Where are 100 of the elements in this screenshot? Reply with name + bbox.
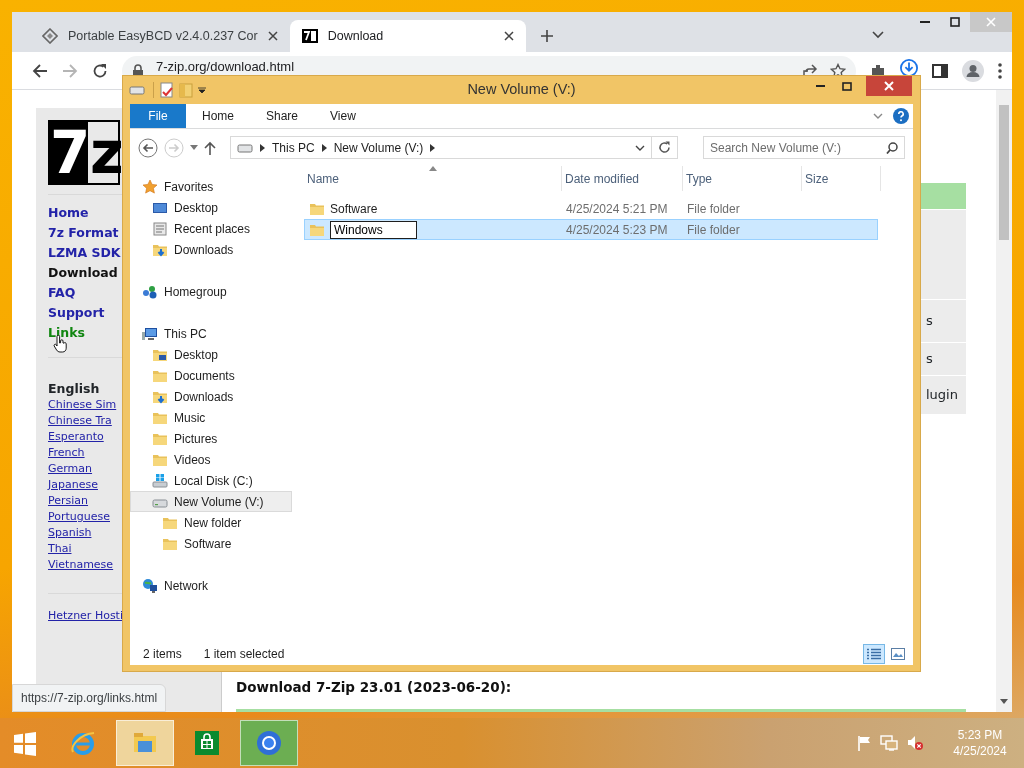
language-link[interactable]: Chinese Tra [48,413,112,429]
homegroup-icon [142,283,158,300]
chevron-down-icon[interactable] [872,31,884,39]
breadcrumb-item[interactable]: New Volume (V:) [333,138,424,157]
scroll-down-icon[interactable] [1000,699,1008,704]
tree-item[interactable]: Desktop [130,344,292,365]
tree-item[interactable]: Recent places [130,218,292,239]
properties-icon[interactable] [160,82,174,98]
chevron-down-icon[interactable] [635,144,645,151]
side-panel-icon[interactable] [932,62,948,79]
app-icon [301,28,318,44]
scrollbar[interactable] [996,90,1012,712]
language-link[interactable]: Persian [48,493,89,509]
browser-tab[interactable]: Download [289,20,526,52]
language-link[interactable]: Portuguese [48,509,110,525]
ribbon-tab[interactable]: View [314,104,372,128]
nav-link[interactable]: Support [48,303,105,323]
language-link[interactable]: Chinese Sim [48,397,117,413]
scrollbar-thumb[interactable] [999,105,1009,240]
nav-link[interactable]: Home [48,203,89,223]
browser-e-icon [70,730,96,756]
profile-icon[interactable] [962,59,984,82]
rename-field[interactable]: Windows [330,220,417,239]
language-link[interactable]: French [48,445,85,461]
tree-item[interactable]: Favorites [130,176,300,197]
language-link[interactable]: Thai [48,541,72,557]
network-icon [142,577,158,594]
tree-item[interactable]: Pictures [130,428,292,449]
hand-cursor-icon [53,335,67,353]
menu-icon[interactable] [998,62,1002,79]
search-field[interactable]: Search New Volume (V:) [703,136,905,159]
language-link[interactable]: Spanish [48,525,92,541]
tree-item[interactable]: New Volume (V:) [130,491,292,512]
nav-link[interactable]: Download [48,263,118,283]
tree-item[interactable]: Downloads [130,239,292,260]
browser-tab[interactable]: Portable EasyBCD v2.4.0.237 Cor [30,20,290,52]
tree-item[interactable]: Desktop [130,197,292,218]
view-button[interactable] [863,643,885,664]
back-icon[interactable] [138,137,158,158]
system-drive-icon [152,472,168,489]
minimize-icon [920,21,930,23]
maximize-icon [950,17,960,27]
up-arrow-icon[interactable] [204,140,216,155]
tree-item[interactable]: Documents [130,365,292,386]
volume-muted-icon[interactable] [907,735,923,751]
close-icon[interactable] [503,31,514,41]
address-bar[interactable]: This PC New Volume (V:) [230,136,652,159]
tree-item[interactable]: Homegroup [130,281,300,302]
tree-item[interactable]: Music [130,407,292,428]
column-header[interactable]: Date modified [562,166,683,191]
close-button[interactable] [866,76,912,96]
column-header[interactable]: Size [802,166,881,191]
search-icon [886,141,898,154]
file-row[interactable]: Software 4/25/2024 5:21 PM File folder [304,198,878,219]
language-link[interactable]: Vietnamese [48,557,114,573]
nav-link[interactable]: LZMA SDK [48,243,121,263]
address-text[interactable]: 7-zip.org/download.html [156,59,295,73]
back-icon[interactable] [32,62,48,79]
ribbon-tab[interactable]: Share [250,104,315,128]
tree-item[interactable]: Videos [130,449,292,470]
plus-icon[interactable] [539,29,554,43]
nav-link[interactable]: Links [48,323,85,343]
tree-item[interactable]: Downloads [130,386,292,407]
chevron-right-icon[interactable] [260,143,265,152]
tree-item[interactable]: New folder [130,512,292,533]
tree-item[interactable]: Software [130,533,292,554]
language-link[interactable]: German [48,461,93,477]
tree-item[interactable]: Network [130,575,300,596]
window-title: New Volume (V:) [467,81,576,98]
dropdown-icon[interactable] [190,145,198,150]
language-link[interactable]: Japanese [48,477,98,493]
close-icon [986,17,996,27]
recent-places-icon [152,220,168,237]
download-icon[interactable] [900,58,918,77]
breadcrumb-item[interactable]: This PC [272,138,315,157]
ribbon-tab[interactable]: Home [186,104,250,128]
table-cell-text: 4/25/2024 5:23 PM [566,221,668,239]
file-row[interactable]: Windows 4/25/2024 5:23 PM File folder [304,219,878,240]
taskbar-button[interactable] [240,720,298,766]
column-header[interactable]: Name [304,166,562,191]
tree-item[interactable]: This PC [130,323,300,344]
help-icon[interactable] [893,108,909,124]
chevron-right-icon[interactable] [321,143,327,152]
taskbar-button[interactable] [116,720,174,766]
language-link[interactable]: Esperanto [48,429,104,445]
file-name: Software [330,200,378,218]
nav-link[interactable]: 7z Format [48,223,119,243]
dropdown-icon[interactable] [198,86,206,94]
status-url: https://7-zip.org/links.html [12,684,167,712]
close-icon [884,81,894,91]
nav-link[interactable]: FAQ [48,283,76,303]
reload-icon[interactable] [92,62,108,79]
close-icon[interactable] [267,31,278,41]
chevron-right-icon[interactable] [430,143,436,152]
column-header[interactable]: Type [683,166,802,191]
refresh-button[interactable] [652,136,678,159]
table-cell-text: File folder [687,221,740,239]
tree-item[interactable]: Local Disk (C:) [130,470,292,491]
sponsor-link[interactable]: Hetzner Hosti [48,608,123,624]
item-count: 2 items [143,645,182,663]
